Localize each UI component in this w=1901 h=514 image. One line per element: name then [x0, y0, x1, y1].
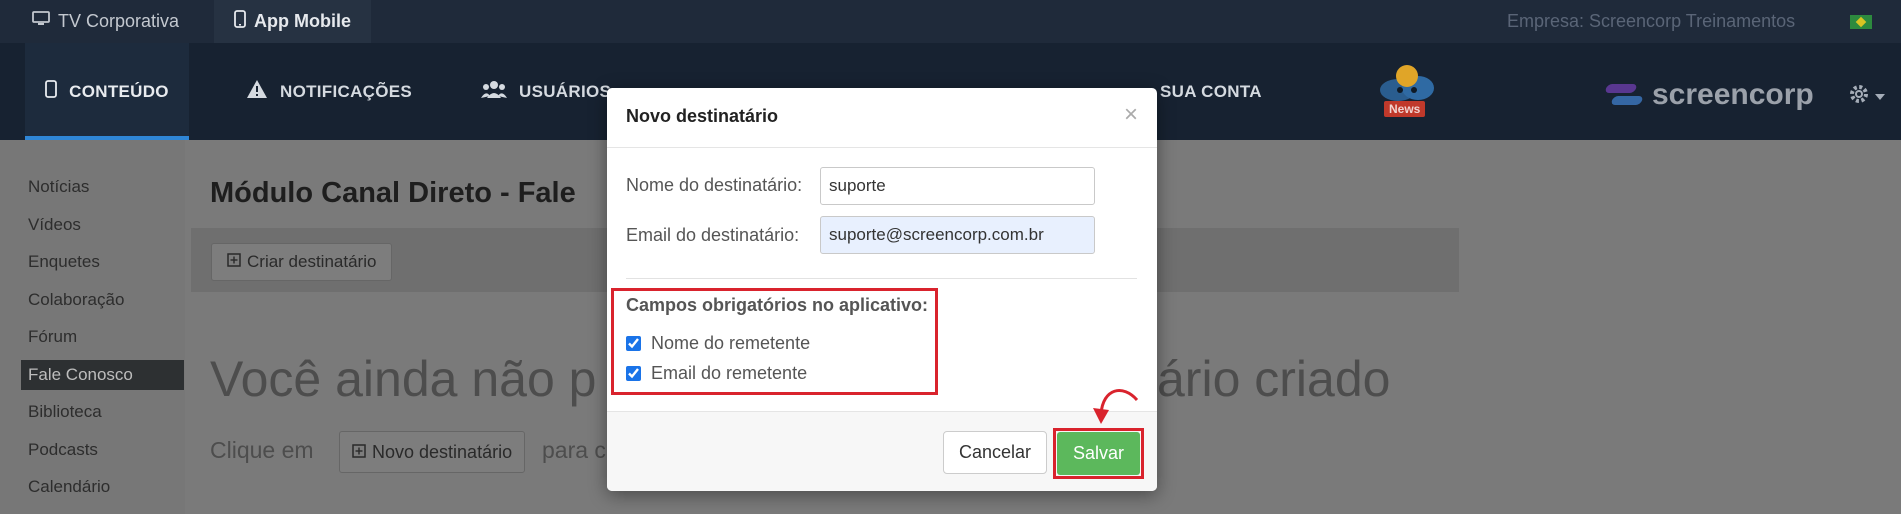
top-bar: TV Corporativa App Mobile Empresa: Scree…: [0, 0, 1901, 43]
nav-item-label: CONTEÚDO: [69, 81, 169, 101]
nav-item-label: NOTIFICAÇÕES: [280, 81, 413, 101]
sender-email-label: Email do remetente: [651, 363, 808, 383]
nav-item-label: USUÁRIOS: [519, 81, 612, 101]
plus-square-icon: [352, 442, 366, 463]
recipient-name-label: Nome do destinatário:: [626, 175, 803, 195]
curved-arrow-icon: [1093, 389, 1139, 424]
tab-app-mobile[interactable]: App Mobile: [214, 0, 371, 43]
nav-item-sua-conta[interactable]: SUA CONTA: [1160, 43, 1262, 140]
company-name: Empresa: Screencorp Treinamentos: [1507, 11, 1796, 31]
modal-title: Novo destinatário: [626, 106, 779, 126]
sidebar-item-fale-conosco[interactable]: Fale Conosco: [21, 360, 184, 390]
cancel-button[interactable]: Cancelar: [943, 431, 1047, 474]
brazil-flag-icon[interactable]: [1850, 15, 1872, 29]
tab-app-label: App Mobile: [254, 11, 351, 31]
phone-icon: [234, 10, 246, 33]
nav-item-label: SUA CONTA: [1160, 81, 1262, 101]
sidebar-item-calendario[interactable]: Calendário: [28, 477, 110, 497]
create-recipient-button[interactable]: Criar destinatário: [211, 243, 393, 281]
recipient-email-label: Email do destinatário:: [626, 225, 800, 245]
screencorp-mark-icon: [1606, 84, 1644, 106]
monitor-icon: [32, 11, 50, 32]
sidebar-item-podcasts[interactable]: Podcasts: [28, 440, 98, 460]
create-recipient-label: Criar destinatário: [247, 252, 377, 271]
nav-item-conteudo[interactable]: CONTEÚDO: [25, 43, 189, 140]
sender-email-checkbox[interactable]: [626, 366, 641, 381]
save-button[interactable]: Salvar: [1057, 432, 1140, 475]
tab-tv-label: TV Corporativa: [58, 11, 180, 31]
plus-square-icon: [227, 252, 241, 272]
recipient-email-input[interactable]: [820, 216, 1095, 254]
brand-name: screencorp: [1652, 78, 1814, 111]
sidebar-item-enquetes[interactable]: Enquetes: [28, 252, 100, 272]
sidebar-item-noticias[interactable]: Notícias: [28, 177, 89, 197]
recipient-name-input[interactable]: [820, 167, 1095, 205]
modal-divider: [626, 278, 1137, 279]
phone-icon: [45, 80, 58, 103]
sidebar-item-colaboracao[interactable]: Colaboração: [28, 290, 124, 310]
sender-name-checkbox[interactable]: [626, 336, 641, 351]
modal-header: Novo destinatário ×: [607, 88, 1157, 148]
sidebar-item-forum[interactable]: Fórum: [28, 327, 77, 347]
tab-tv-corporativa[interactable]: TV Corporativa: [32, 0, 179, 43]
empty-state-title-left: Você ainda não p: [210, 351, 597, 407]
settings-menu[interactable]: [1848, 83, 1886, 110]
gear-icon: [1848, 83, 1870, 110]
warning-icon: [246, 79, 268, 104]
sidebar-item-videos[interactable]: Vídeos: [28, 215, 81, 235]
users-icon: [481, 79, 507, 104]
news-mascot-icon[interactable]: [1376, 58, 1446, 104]
empty-state-title-right: ário criado: [1157, 351, 1391, 407]
required-fields-title: Campos obrigatórios no aplicativo:: [626, 295, 929, 315]
page-title: Módulo Canal Direto - Fale: [210, 177, 576, 209]
new-recipient-label: Novo destinatário: [372, 441, 513, 462]
new-recipient-modal: Novo destinatário × Nome do destinatário…: [607, 88, 1157, 491]
nav-item-usuarios[interactable]: USUÁRIOS: [481, 43, 611, 140]
required-sender-name-option[interactable]: Nome do remetente: [626, 333, 810, 354]
sender-name-label: Nome do remetente: [651, 333, 811, 353]
empty-hint-suffix: para c: [542, 437, 606, 463]
screencorp-logo: screencorp: [1606, 78, 1814, 112]
nav-item-notificacoes[interactable]: NOTIFICAÇÕES: [246, 43, 412, 140]
required-sender-email-option[interactable]: Email do remetente: [626, 363, 807, 384]
news-badge: News: [1384, 101, 1426, 117]
chevron-down-icon: [1874, 88, 1886, 106]
sidebar-item-biblioteca[interactable]: Biblioteca: [28, 402, 102, 422]
empty-hint-prefix: Clique em: [210, 437, 314, 463]
new-recipient-button[interactable]: Novo destinatário: [339, 431, 526, 473]
close-icon[interactable]: ×: [1124, 101, 1138, 129]
